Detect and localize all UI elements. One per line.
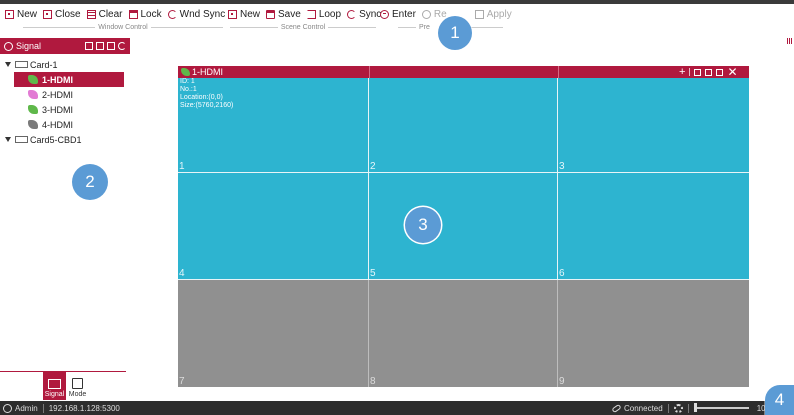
sync-icon [347,9,357,19]
refresh-icon[interactable] [118,42,126,50]
callout-marker-2: 2 [72,164,108,200]
new-scene-button[interactable]: New [226,5,262,23]
screen-cell[interactable]: 3 [558,66,749,173]
apply-icon [474,9,484,19]
tab-signal[interactable]: Signal [43,372,66,400]
status-right: Connected 100% [611,401,777,415]
expand-arrow-icon[interactable] [5,62,11,67]
lock-icon [128,9,138,19]
signal-panel: Signal Card-1 1-HDMI 2-HDMI 3-HDMI 4-HDM… [0,38,130,400]
tree-signal-4-hdmi[interactable]: 4-HDMI [0,117,130,132]
window-control-group: New Close Clear Lock Wnd Sync Window Con… [3,4,225,37]
close-window-icon [43,9,53,19]
copy-icon [72,378,83,389]
gear-icon[interactable] [673,403,683,413]
connection-status: Connected [624,403,663,413]
clear-icon [86,9,96,19]
user-name: Admin [15,403,38,413]
enter-icon [380,9,389,19]
card-icon [15,136,28,143]
view-grid-icon[interactable] [107,42,115,50]
signal-icon [28,120,38,129]
zoom-slider-handle[interactable] [693,403,697,413]
window-title-bar[interactable]: 1-HDMI + ✕ [178,66,749,78]
monitor-icon [48,379,61,389]
expand-arrow-icon[interactable] [5,137,11,142]
window-control-caption: Window Control [23,24,224,31]
plus-icon[interactable]: + [679,67,685,78]
scene-control-group: New Save Loop Sync Scene Control [226,4,381,37]
server-address: 192.168.1.128:5300 [48,403,120,413]
toolbar: New Close Clear Lock Wnd Sync Window Con… [0,4,794,37]
loop-scene-button[interactable]: Loop [305,5,343,23]
screen-cell[interactable]: 8 [369,280,558,387]
tab-mode[interactable]: Mode [66,372,89,400]
screen-cell[interactable]: 6 [558,173,749,280]
sync-icon [167,9,177,19]
screen-cell[interactable]: 5 [369,173,558,280]
new-window-button[interactable]: New [3,5,39,23]
user-icon [3,403,12,413]
callout-marker-4: 4 [765,385,794,415]
save-icon [266,9,276,19]
card-icon [15,61,28,68]
callout-marker-1: 1 [438,16,472,50]
screen-cell[interactable]: 9 [558,280,749,387]
window-sync-button[interactable]: Wnd Sync [166,5,228,23]
restore-icon[interactable] [705,68,713,76]
view-list-icon[interactable] [96,42,104,50]
clear-windows-button[interactable]: Clear [85,5,125,23]
tree-card-1[interactable]: Card-1 [0,57,130,72]
tree-signal-1-hdmi[interactable]: 1-HDMI [14,72,124,87]
save-scene-button[interactable]: Save [264,5,303,23]
split-icon[interactable] [694,68,702,76]
tree-card-5[interactable]: Card5-CBD1 [0,132,130,147]
window-controls: + ✕ [679,66,738,78]
signal-tree: Card-1 1-HDMI 2-HDMI 3-HDMI 4-HDMI Card5… [0,54,130,147]
fullscreen-icon[interactable] [716,68,724,76]
panel-grip-icon[interactable] [787,38,792,44]
video-wall-canvas[interactable]: 1 2 3 4 5 6 7 8 9 1-HDMI + ✕ ID: 1 No.:1… [178,66,749,387]
enter-preview-button[interactable]: Enter [378,5,418,23]
reset-icon [421,9,431,19]
tree-signal-3-hdmi[interactable]: 3-HDMI [0,102,130,117]
signal-icon [28,105,38,114]
signal-icon [181,68,190,76]
signal-icon [28,90,38,99]
signal-panel-header: Signal [0,38,130,54]
lock-window-button[interactable]: Lock [127,5,164,23]
window-info: ID: 1 No.:1 Location:(0,0) Size:(5760,21… [180,78,234,109]
callout-marker-3: 3 [405,207,441,243]
collapse-icon[interactable] [4,41,13,51]
status-bar: Admin 192.168.1.128:5300 Connected 100% [0,401,794,415]
loop-icon [306,9,316,19]
new-window-icon [5,9,14,19]
close-icon[interactable]: ✕ [727,66,737,78]
link-icon [611,403,622,413]
tree-signal-2-hdmi[interactable]: 2-HDMI [0,87,130,102]
zoom-slider[interactable] [693,403,749,413]
screen-cell[interactable]: 4 [178,173,369,280]
scene-control-caption: Scene Control [230,24,377,31]
view-single-icon[interactable] [85,42,93,50]
new-scene-icon [228,9,237,19]
signal-icon [28,75,38,84]
panel-tabs: Signal Mode [0,371,126,400]
screen-cell[interactable]: 7 [178,280,369,387]
apply-preview-button[interactable]: Apply [473,5,514,23]
close-window-button[interactable]: Close [41,5,83,23]
screen-cell[interactable]: 2 [369,66,558,173]
